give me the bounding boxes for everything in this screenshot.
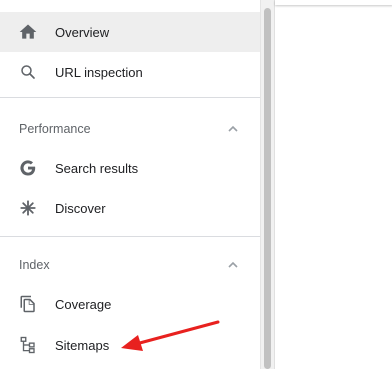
nav-item-search-results[interactable]: Search results bbox=[0, 148, 260, 188]
home-icon bbox=[18, 22, 38, 42]
section-title: Performance bbox=[19, 122, 91, 136]
main-top-bar bbox=[275, 0, 392, 5]
scrollbar-thumb[interactable] bbox=[264, 8, 271, 369]
nav-item-coverage[interactable]: Coverage bbox=[0, 284, 260, 324]
section-title: Index bbox=[19, 258, 50, 272]
nav-item-label: URL inspection bbox=[55, 64, 143, 80]
nav-item-overview[interactable]: Overview bbox=[0, 12, 260, 52]
section-divider bbox=[0, 97, 260, 98]
chevron-up-icon[interactable] bbox=[226, 258, 240, 272]
copy-pages-icon bbox=[18, 294, 38, 314]
sidebar-nav: Overview URL inspection Performance Sear… bbox=[0, 0, 260, 369]
google-g-icon bbox=[18, 158, 38, 178]
nav-item-url-inspection[interactable]: URL inspection bbox=[0, 52, 260, 92]
nav-item-label: Search results bbox=[55, 160, 139, 176]
sidebar-scrollbar[interactable] bbox=[260, 0, 274, 369]
chevron-up-icon[interactable] bbox=[226, 122, 240, 136]
nav-item-label: Coverage bbox=[55, 296, 112, 312]
search-icon bbox=[18, 62, 38, 82]
section-divider bbox=[0, 236, 260, 237]
asterisk-icon bbox=[18, 198, 38, 218]
section-header-performance[interactable]: Performance bbox=[0, 113, 260, 145]
nav-item-sitemaps[interactable]: Sitemaps bbox=[0, 325, 260, 365]
nav-item-label: Overview bbox=[55, 24, 110, 40]
nav-item-discover[interactable]: Discover bbox=[0, 188, 260, 228]
sitemap-tree-icon bbox=[18, 335, 38, 355]
nav-item-label: Sitemaps bbox=[55, 337, 110, 353]
section-header-index[interactable]: Index bbox=[0, 249, 260, 281]
main-content-area bbox=[274, 0, 392, 369]
nav-item-label: Discover bbox=[55, 200, 106, 216]
